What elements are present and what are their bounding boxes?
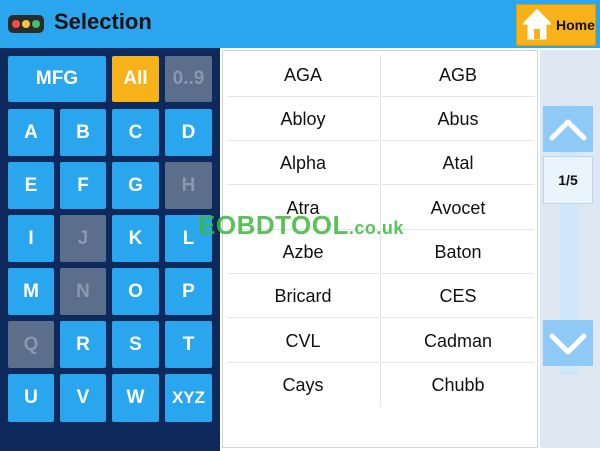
list-item[interactable]: Atal <box>382 142 534 185</box>
watermark-text: EOBDTOOL <box>198 210 349 240</box>
key-r[interactable]: R <box>60 321 106 368</box>
page-down-button[interactable] <box>543 320 593 366</box>
key-c[interactable]: C <box>112 109 159 156</box>
chevron-down-icon <box>549 333 587 355</box>
scroll-panel: 1/5 <box>540 50 600 448</box>
header-bar: Selection Home <box>0 0 600 48</box>
home-label: Home <box>556 17 595 33</box>
key-a[interactable]: A <box>8 109 54 156</box>
key-d[interactable]: D <box>165 109 212 156</box>
list-item[interactable]: CVL <box>227 320 379 363</box>
list-item[interactable]: Abloy <box>227 98 379 141</box>
list-item[interactable]: Baton <box>382 231 534 274</box>
list-item[interactable]: CES <box>382 275 534 318</box>
list-item[interactable]: Alpha <box>227 142 379 185</box>
key-xyz[interactable]: XYZ <box>165 374 212 422</box>
key-s[interactable]: S <box>112 321 159 368</box>
list-item[interactable]: Bricard <box>227 275 379 318</box>
key-mfg[interactable]: MFG <box>8 56 106 102</box>
list-item[interactable]: Chubb <box>382 364 534 407</box>
key-f[interactable]: F <box>60 162 106 209</box>
yellow-dot-icon <box>22 20 30 28</box>
watermark-tld: .co.uk <box>348 218 404 238</box>
list-item[interactable]: Cays <box>227 364 379 407</box>
key-p[interactable]: P <box>165 268 212 315</box>
list-item[interactable]: AGB <box>382 54 534 97</box>
manufacturer-list: AGA AGB Abloy Abus Alpha Atal Atra Avoce… <box>222 50 538 448</box>
chevron-up-icon <box>549 119 587 141</box>
page-title: Selection <box>54 9 152 34</box>
key-q[interactable]: Q <box>8 321 54 368</box>
key-j[interactable]: J <box>60 215 106 262</box>
page-up-button[interactable] <box>543 106 593 152</box>
key-k[interactable]: K <box>112 215 159 262</box>
key-w[interactable]: W <box>112 374 159 422</box>
key-g[interactable]: G <box>112 162 159 209</box>
list-item[interactable]: Abus <box>382 98 534 141</box>
keypad-panel: MFG All 0..9 A B C D E F G H I J K L M N… <box>0 48 220 451</box>
key-v[interactable]: V <box>60 374 106 422</box>
green-dot-icon <box>32 20 40 28</box>
key-n[interactable]: N <box>60 268 106 315</box>
key-digits[interactable]: 0..9 <box>165 56 212 102</box>
house-icon <box>522 8 552 40</box>
red-dot-icon <box>12 20 20 28</box>
key-b[interactable]: B <box>60 109 106 156</box>
key-e[interactable]: E <box>8 162 54 209</box>
key-m[interactable]: M <box>8 268 54 315</box>
list-item[interactable]: Cadman <box>382 320 534 363</box>
list-item[interactable]: AGA <box>227 54 379 97</box>
list-item[interactable]: Avocet <box>382 187 534 230</box>
key-all[interactable]: All <box>112 56 159 102</box>
page-indicator: 1/5 <box>543 156 593 204</box>
home-button[interactable]: Home <box>516 4 596 46</box>
key-u[interactable]: U <box>8 374 54 422</box>
watermark: EOBDTOOL.co.uk <box>198 210 404 241</box>
key-o[interactable]: O <box>112 268 159 315</box>
key-h[interactable]: H <box>165 162 212 209</box>
window-dots-icon <box>8 15 44 33</box>
key-i[interactable]: I <box>8 215 54 262</box>
key-t[interactable]: T <box>165 321 212 368</box>
